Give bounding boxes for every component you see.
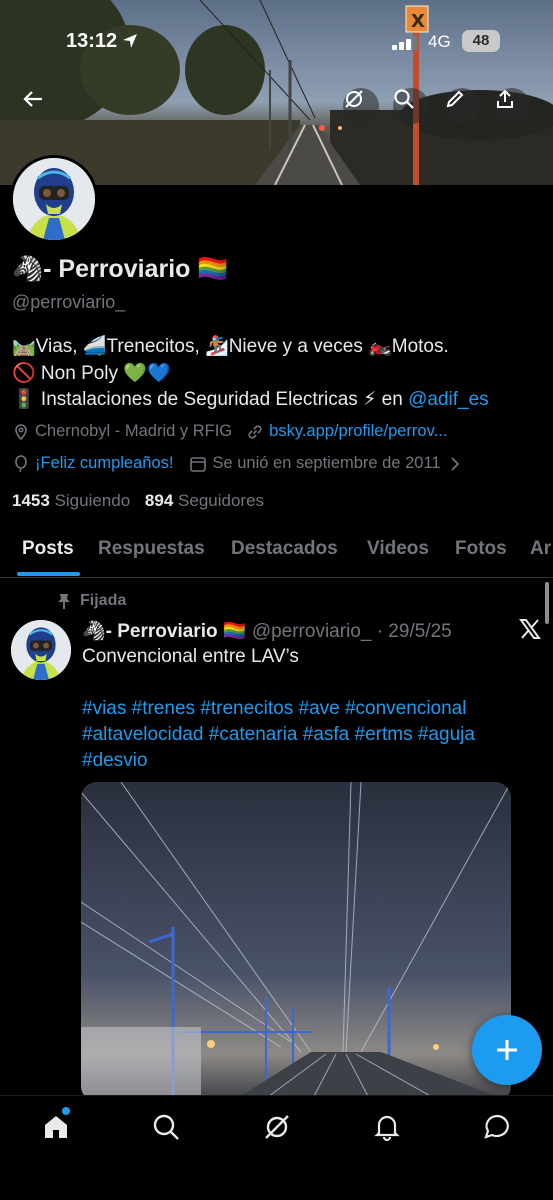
birthday-link[interactable]: ¡Feliz cumpleaños! <box>35 454 173 473</box>
profile-bio: 🛤️Vias, 🚄Trenecitos, 🏂Nieve y a veces 🏍️… <box>12 334 542 414</box>
pinned-label: Fijada <box>56 592 126 610</box>
share-icon <box>497 89 513 108</box>
compose-post-button[interactable] <box>472 1015 542 1085</box>
bell-icon[interactable] <box>372 1112 402 1142</box>
back-button[interactable] <box>22 88 58 124</box>
bio-line: 🚦 Instalaciones de Seguridad Electricas … <box>12 387 542 414</box>
battery-indicator: 48 <box>462 30 500 52</box>
post-author-name[interactable]: 🦓- Perroviario 🏳️‍🌈 <box>82 621 247 642</box>
calendar-icon <box>190 456 207 472</box>
following-link[interactable]: 1453 Siguiendo <box>12 491 130 510</box>
post-header: 🦓- Perroviario 🏳️‍🌈 @perroviario_ · 29/5… <box>82 619 452 643</box>
pinned-text: Fijada <box>80 592 127 609</box>
follow-stats: 1453 Siguiendo 894 Seguidores <box>12 491 264 511</box>
grok-nav-icon[interactable] <box>262 1112 292 1142</box>
x-logo-icon <box>519 619 541 639</box>
profile-avatar[interactable] <box>10 155 98 243</box>
tab-videos[interactable]: Videos <box>367 538 429 560</box>
search-button[interactable] <box>393 88 429 124</box>
tab-articles[interactable]: Ar <box>530 538 551 560</box>
tab-posts[interactable]: Posts <box>22 538 74 560</box>
bio-line: 🚫 Non Poly 💚💙 <box>12 362 171 384</box>
balloon-icon <box>15 454 27 472</box>
messages-icon[interactable] <box>482 1112 512 1142</box>
scrollbar[interactable] <box>545 582 549 624</box>
profile-tabs: Posts Respuestas Destacados Videos Fotos… <box>0 530 553 578</box>
share-button[interactable] <box>494 88 530 124</box>
tab-photos[interactable]: Fotos <box>455 538 507 560</box>
home-icon[interactable] <box>41 1112 71 1142</box>
railway-night-photo <box>81 782 511 1102</box>
chevron-right-icon[interactable] <box>449 456 461 472</box>
location-icon <box>15 423 27 440</box>
location-arrow-icon <box>123 34 137 48</box>
followers-label: Seguidores <box>178 491 265 510</box>
post-hashtags[interactable]: #vias #trenes #trenecitos #ave #convenci… <box>82 696 522 774</box>
profile-banner: X 13:12 4G 48 <box>0 0 553 185</box>
profile-website-link[interactable]: bsky.app/profile/perrov... <box>269 422 447 441</box>
post-handle-date: @perroviario_ · 29/5/25 <box>251 621 452 642</box>
profile-joined-date: Se unió en septiembre de 2011 <box>212 454 441 472</box>
profile-location: Chernobyl - Madrid y RFIG <box>35 422 233 440</box>
bio-line-text: 🚦 Instalaciones de Seguridad Electricas … <box>12 389 409 410</box>
link-icon <box>248 424 262 439</box>
edit-icon <box>446 90 464 108</box>
back-arrow-icon <box>23 91 42 107</box>
followers-count: 894 <box>144 491 174 510</box>
status-time: 13:12 <box>66 30 118 52</box>
active-tab-indicator <box>17 572 80 576</box>
search-icon <box>394 89 414 109</box>
signal-icon <box>392 36 418 50</box>
bio-line: 🛤️Vias, 🚄Trenecitos, 🏂Nieve y a veces 🏍️… <box>12 336 449 357</box>
profile-display-name: 🦓- Perroviario 🏳️‍🌈 <box>12 255 229 283</box>
notification-dot <box>62 1107 70 1115</box>
network-type: 4G <box>428 32 451 51</box>
plus-icon <box>497 1040 517 1060</box>
profile-meta-row: Chernobyl - Madrid y RFIG bsky.app/profi… <box>12 422 447 441</box>
following-count: 1453 <box>12 491 50 510</box>
bio-mention-link[interactable]: @adif_es <box>408 389 489 410</box>
profile-handle: @perroviario_ <box>12 292 126 312</box>
tab-replies[interactable]: Respuestas <box>98 538 205 560</box>
profile-meta-row: ¡Feliz cumpleaños! Se unió en septiembre… <box>12 454 466 473</box>
tab-highlights[interactable]: Destacados <box>231 538 338 560</box>
followers-link[interactable]: 894 Seguidores <box>145 491 264 510</box>
post-photo[interactable] <box>81 782 511 1102</box>
edit-button[interactable] <box>444 88 480 124</box>
status-bar: 13:12 4G 48 <box>0 28 553 56</box>
post-author-avatar[interactable] <box>11 620 71 680</box>
pin-icon <box>58 594 70 609</box>
avatar-helmet-image <box>13 158 95 240</box>
explore-icon[interactable] <box>151 1112 181 1142</box>
grok-icon <box>345 90 363 108</box>
avatar-helmet-image <box>11 620 71 680</box>
grok-button[interactable] <box>343 88 379 124</box>
post-text: Convencional entre LAV’s <box>82 646 299 667</box>
following-label: Siguiendo <box>54 491 131 510</box>
bottom-navigation <box>0 1095 553 1200</box>
